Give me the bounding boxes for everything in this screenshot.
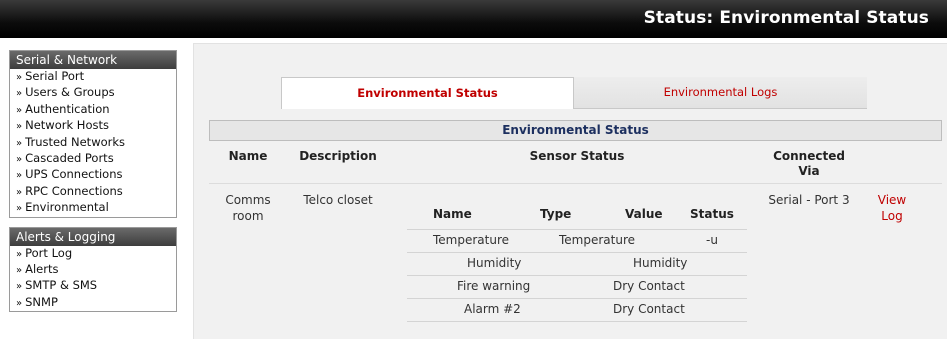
sensor-type: Humidity (633, 256, 688, 270)
sidebar-item-cascaded-ports[interactable]: » Cascaded Ports (10, 151, 176, 167)
sensor-name: Humidity (467, 256, 522, 270)
main-content: Environmental Status Environmental Logs … (193, 43, 947, 339)
sidebar-item-label: UPS Connections (25, 167, 123, 182)
sidebar-item-port-log[interactable]: » Port Log (10, 246, 176, 262)
sidebar-item-label: Trusted Networks (25, 134, 126, 149)
sidebar-item-rpc-connections[interactable]: » RPC Connections (10, 184, 176, 200)
sidebar-item-label: Network Hosts (25, 118, 109, 133)
sensor-column-name: Name (433, 207, 472, 221)
sidebar-item-label: Users & Groups (25, 85, 115, 100)
bullet-icon: » (16, 265, 23, 277)
column-header-name: Name (228, 149, 268, 163)
sensor-row: Alarm #2 Dry Contact (407, 299, 747, 322)
sidebar-item-label: Port Log (25, 245, 73, 260)
sidebar-item-ups-connections[interactable]: » UPS Connections (10, 167, 176, 183)
column-header-description: Description (299, 149, 377, 163)
sensor-row: Humidity Humidity (407, 253, 747, 276)
sensor-column-status: Status (690, 207, 734, 221)
sidebar-item-label: Authentication (25, 101, 110, 116)
sensor-row: Temperature Temperature -u (407, 230, 747, 253)
bullet-icon: » (16, 88, 23, 100)
sensor-name: Fire warning (457, 279, 531, 293)
page-title: Status: Environmental Status (643, 8, 929, 28)
sensor-table-header: Name Type Value Status (407, 193, 747, 230)
view-log-link[interactable]: View Log (874, 192, 910, 224)
bullet-icon: » (16, 170, 23, 182)
sidebar-item-label: RPC Connections (25, 183, 123, 198)
sensor-table: Name Type Value Status Temperature Tempe… (407, 193, 747, 322)
bullet-icon: » (16, 248, 23, 260)
tab-bar: Environmental Status Environmental Logs (281, 77, 867, 109)
device-connected-via: Serial - Port 3 (768, 193, 850, 207)
top-header-bar: Status: Environmental Status (0, 0, 947, 38)
sensor-type: Dry Contact (613, 302, 685, 316)
sidebar-item-label: SMTP & SMS (25, 278, 98, 293)
bullet-icon: » (16, 281, 23, 293)
bullet-icon: » (16, 137, 23, 149)
sensor-name: Alarm #2 (464, 302, 521, 316)
column-header-connected-via: Connected Via (773, 149, 845, 178)
sensor-type: Dry Contact (613, 279, 685, 293)
sidebar-item-smtp-sms[interactable]: » SMTP & SMS (10, 278, 176, 294)
sensor-status: -u (706, 233, 718, 247)
device-description: Telco closet (303, 193, 373, 207)
sensor-column-type: Type (540, 207, 572, 221)
bullet-icon: » (16, 297, 23, 309)
sidebar-item-label: Serial Port (25, 69, 85, 83)
tab-environmental-status[interactable]: Environmental Status (281, 77, 574, 109)
tab-environmental-logs[interactable]: Environmental Logs (574, 77, 867, 109)
sidebar-item-network-hosts[interactable]: » Network Hosts (10, 118, 176, 134)
sidebar: Serial & Network » Serial Port » Users & G… (9, 50, 177, 321)
sidebar-item-snmp[interactable]: » SNMP (10, 295, 176, 311)
sidebar-item-serial-port[interactable]: » Serial Port (10, 69, 176, 85)
column-header-sensor-status: Sensor Status (529, 149, 625, 163)
bullet-icon: » (16, 203, 23, 215)
sensor-type: Temperature (559, 233, 636, 247)
sidebar-item-label: Environmental (25, 200, 109, 215)
device-name: Comms room (225, 193, 271, 223)
sensor-column-value: Value (625, 207, 663, 221)
sidebar-item-users-groups[interactable]: » Users & Groups (10, 85, 176, 101)
header-divider (209, 183, 942, 184)
sidebar-item-label: Cascaded Ports (25, 151, 114, 166)
menu-alerts-logging: Alerts & Logging » Port Log » Alerts » SMTP… (9, 226, 177, 313)
environmental-status-panel: Environmental Status Name Description Se… (209, 120, 942, 339)
sidebar-item-trusted-networks[interactable]: » Trusted Networks (10, 135, 176, 151)
bullet-icon: » (16, 121, 23, 133)
sidebar-item-authentication[interactable]: » Authentication (10, 102, 176, 118)
menu-header-serial-network: Serial & Network (10, 51, 176, 69)
sidebar-item-alerts[interactable]: » Alerts (10, 262, 176, 278)
menu-header-alerts-logging: Alerts & Logging (10, 227, 176, 246)
sidebar-item-label: SNMP (25, 294, 58, 309)
sensor-name: Temperature (433, 233, 510, 247)
sensor-row: Fire warning Dry Contact (407, 276, 747, 299)
bullet-icon: » (16, 186, 23, 198)
bullet-icon: » (16, 72, 23, 83)
sidebar-item-environmental[interactable]: » Environmental (10, 200, 176, 216)
panel-title: Environmental Status (209, 120, 942, 141)
sidebar-item-label: Alerts (25, 262, 59, 277)
bullet-icon: » (16, 154, 23, 166)
bullet-icon: » (16, 104, 23, 116)
menu-serial-network: Serial & Network » Serial Port » Users & G… (9, 50, 177, 218)
